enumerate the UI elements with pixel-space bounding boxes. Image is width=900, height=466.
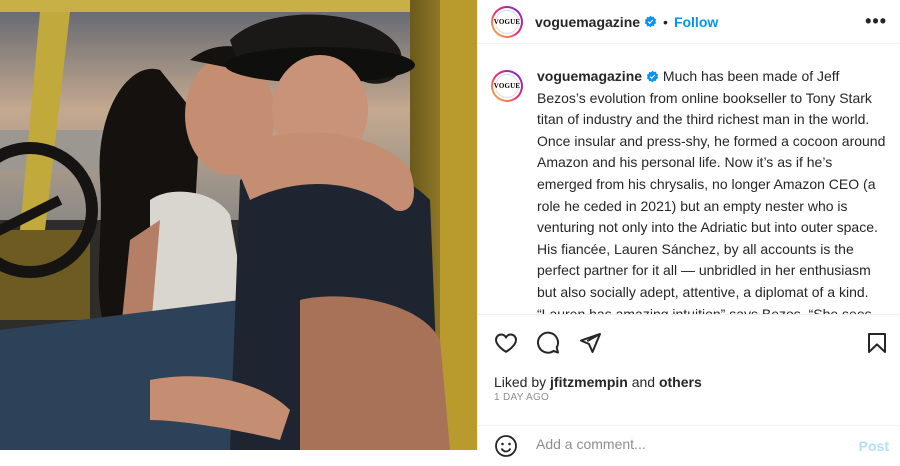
post-photo[interactable]: [0, 0, 477, 450]
comment-icon[interactable]: [536, 331, 560, 355]
liked-by-others-link[interactable]: others: [659, 374, 702, 390]
caption-avatar[interactable]: VOGUE: [491, 70, 523, 102]
author-username[interactable]: voguemagazine: [535, 14, 640, 30]
bookmark-icon[interactable]: [865, 331, 889, 355]
post-comment-button[interactable]: Post: [859, 438, 889, 454]
caption-text: Much has been made of Jeff Bezos’s evolu…: [537, 68, 886, 314]
caption-body: voguemagazine Much has been made of Jeff…: [537, 66, 887, 314]
liked-by-text: Liked by jfitzmempin and others: [494, 374, 702, 390]
comment-input[interactable]: [534, 435, 838, 453]
more-options-icon[interactable]: •••: [865, 11, 887, 32]
follow-button[interactable]: Follow: [674, 14, 718, 30]
liked-by-and: and: [631, 374, 656, 390]
post-header: VOGUE voguemagazine • Follow •••: [478, 0, 900, 44]
vogue-logo: VOGUE: [494, 9, 520, 34]
vogue-logo: VOGUE: [494, 74, 520, 98]
send-icon[interactable]: [578, 331, 602, 355]
post-detail-panel: VOGUE voguemagazine • Follow ••• VOGUE v…: [477, 0, 900, 457]
verified-badge-icon: [646, 70, 659, 83]
post-date[interactable]: 1 DAY AGO: [494, 392, 549, 403]
liked-by-user-link[interactable]: jfitzmempin: [550, 374, 628, 390]
author-avatar[interactable]: VOGUE: [491, 5, 523, 38]
verified-badge-icon: [644, 15, 657, 28]
action-bar: [478, 314, 900, 371]
caption-username[interactable]: voguemagazine: [537, 68, 642, 84]
separator-dot: •: [663, 13, 668, 30]
post-caption: VOGUE voguemagazine Much has been made o…: [491, 66, 887, 314]
heart-icon[interactable]: [494, 331, 518, 355]
comment-bar: Post: [478, 425, 900, 466]
liked-by-prefix: Liked by: [494, 374, 547, 390]
smiley-icon[interactable]: [494, 434, 518, 458]
